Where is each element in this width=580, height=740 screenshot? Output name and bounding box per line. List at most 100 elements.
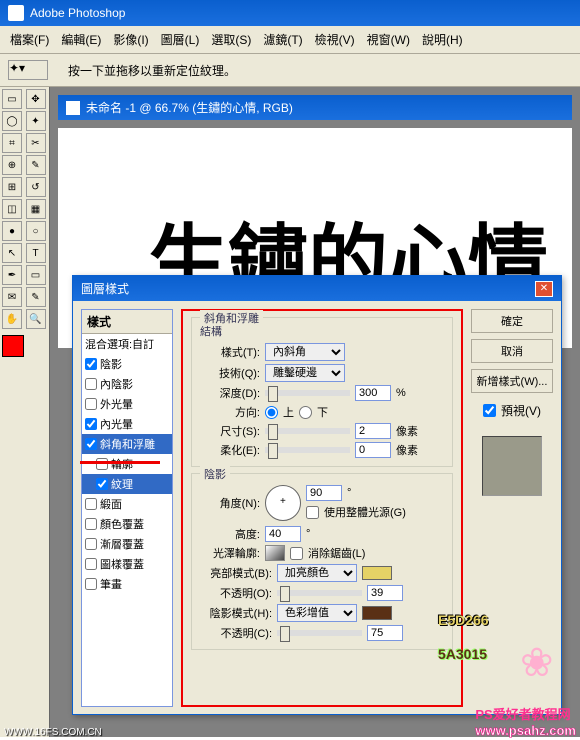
foreground-color[interactable]	[2, 335, 24, 357]
dialog-title: 圖層樣式	[81, 280, 129, 297]
menu-file[interactable]: 檔案(F)	[6, 29, 53, 50]
chk-contour[interactable]	[96, 458, 108, 470]
chk-color-ov[interactable]	[85, 518, 97, 530]
tool-history[interactable]: ↺	[26, 177, 46, 197]
chk-grad-ov[interactable]	[85, 538, 97, 550]
close-icon[interactable]: ✕	[535, 281, 553, 297]
menu-filter[interactable]: 濾鏡(T)	[259, 29, 306, 50]
shadow-color-swatch[interactable]	[362, 606, 392, 620]
style-drop-shadow[interactable]: 陰影	[82, 354, 172, 374]
tool-slice[interactable]: ✂	[26, 133, 46, 153]
new-style-button[interactable]: 新增樣式(W)...	[471, 369, 553, 393]
menu-image[interactable]: 影像(I)	[109, 29, 152, 50]
tool-eyedrop[interactable]: ✎	[26, 287, 46, 307]
tool-blur[interactable]: ●	[2, 221, 22, 241]
style-bevel-emboss[interactable]: 斜角和浮雕	[82, 434, 172, 454]
chk-bevel[interactable]	[85, 438, 97, 450]
angle-label: 角度(N):	[200, 495, 260, 511]
technique-label: 技術(Q):	[200, 365, 260, 381]
menu-view[interactable]: 檢視(V)	[311, 29, 359, 50]
menu-edit[interactable]: 編輯(E)	[57, 29, 105, 50]
blend-options-row[interactable]: 混合選項:自訂	[82, 334, 172, 354]
depth-slider[interactable]	[265, 390, 350, 396]
menu-select[interactable]: 選取(S)	[207, 29, 255, 50]
tool-path[interactable]: ↖	[2, 243, 22, 263]
gloss-contour[interactable]	[265, 545, 285, 561]
global-light-chk[interactable]	[306, 506, 319, 519]
tool-lasso[interactable]: ◯	[2, 111, 22, 131]
shadow-mode-select[interactable]: 色彩增值	[277, 604, 357, 622]
tool-marquee[interactable]: ▭	[2, 89, 22, 109]
angle-wheel[interactable]	[265, 485, 301, 521]
chk-pat-ov[interactable]	[85, 558, 97, 570]
angle-input[interactable]	[306, 485, 342, 501]
tool-preset[interactable]: ✦▾	[8, 60, 48, 80]
tool-heal[interactable]: ⊕	[2, 155, 22, 175]
shadow-opacity-label: 不透明(C):	[200, 625, 272, 641]
shading-title: 陰影	[200, 466, 230, 482]
style-inner-glow[interactable]: 內光暈	[82, 414, 172, 434]
chk-drop-shadow[interactable]	[85, 358, 97, 370]
cancel-button[interactable]: 取消	[471, 339, 553, 363]
toolbox: ▭ ✥ ◯ ✦ ⌗ ✂ ⊕ ✎ ⊞ ↺ ◫ ▦ ● ○ ↖ T ✒ ▭ ✉ ✎ …	[0, 87, 50, 737]
dir-down-radio[interactable]	[299, 406, 312, 419]
size-slider[interactable]	[265, 428, 350, 434]
soften-slider[interactable]	[265, 447, 350, 453]
technique-select[interactable]: 雕鑿硬邊	[265, 364, 345, 382]
tool-gradient[interactable]: ▦	[26, 199, 46, 219]
altitude-input[interactable]	[265, 526, 301, 542]
style-gradient-overlay[interactable]: 漸層覆蓋	[82, 534, 172, 554]
tool-crop[interactable]: ⌗	[2, 133, 22, 153]
highlight-mode-select[interactable]: 加亮顏色	[277, 564, 357, 582]
chk-inner-shadow[interactable]	[85, 378, 97, 390]
tool-zoom[interactable]: 🔍	[26, 309, 46, 329]
tool-eraser[interactable]: ◫	[2, 199, 22, 219]
tool-notes[interactable]: ✉	[2, 287, 22, 307]
soften-input[interactable]	[355, 442, 391, 458]
ok-button[interactable]: 確定	[471, 309, 553, 333]
layer-style-dialog: 圖層樣式 ✕ 樣式 混合選項:自訂 陰影 內陰影 外光暈 內光暈 斜角和浮雕 輪…	[72, 275, 562, 715]
size-input[interactable]	[355, 423, 391, 439]
tool-pen[interactable]: ✒	[2, 265, 22, 285]
style-select[interactable]: 內斜角	[265, 343, 345, 361]
menu-layer[interactable]: 圖層(L)	[157, 29, 204, 50]
styles-header[interactable]: 樣式	[82, 310, 172, 334]
tool-brush[interactable]: ✎	[26, 155, 46, 175]
dialog-titlebar[interactable]: 圖層樣式 ✕	[73, 276, 561, 301]
style-pattern-overlay[interactable]: 圖樣覆蓋	[82, 554, 172, 574]
highlight-opacity-input[interactable]	[367, 585, 403, 601]
color-swatches[interactable]	[2, 335, 47, 357]
tool-wand[interactable]: ✦	[26, 111, 46, 131]
tool-stamp[interactable]: ⊞	[2, 177, 22, 197]
style-color-overlay[interactable]: 顏色覆蓋	[82, 514, 172, 534]
tool-type[interactable]: T	[26, 243, 46, 263]
style-contour[interactable]: 輪廓	[82, 454, 172, 474]
style-outer-glow[interactable]: 外光暈	[82, 394, 172, 414]
style-inner-shadow[interactable]: 內陰影	[82, 374, 172, 394]
dir-up-radio[interactable]	[265, 406, 278, 419]
tool-dodge[interactable]: ○	[26, 221, 46, 241]
depth-unit: %	[396, 387, 406, 399]
style-texture[interactable]: 紋理	[82, 474, 172, 494]
depth-input[interactable]	[355, 385, 391, 401]
shadow-opacity-slider[interactable]	[277, 630, 362, 636]
tool-move[interactable]: ✥	[26, 89, 46, 109]
tool-hand[interactable]: ✋	[2, 309, 22, 329]
chk-outer-glow[interactable]	[85, 398, 97, 410]
menu-help[interactable]: 說明(H)	[418, 29, 467, 50]
antialias-chk[interactable]	[290, 547, 303, 560]
chk-satin[interactable]	[85, 498, 97, 510]
chk-texture[interactable]	[96, 478, 108, 490]
chk-stroke[interactable]	[85, 578, 97, 590]
preview-chk[interactable]	[483, 404, 496, 417]
style-satin[interactable]: 緞面	[82, 494, 172, 514]
highlight-opacity-slider[interactable]	[277, 590, 362, 596]
tool-shape[interactable]: ▭	[26, 265, 46, 285]
style-stroke[interactable]: 筆畫	[82, 574, 172, 594]
structure-fieldset: 斜角和浮雕 結構 樣式(T): 內斜角 技術(Q): 雕鑿硬邊 深度(D): %	[191, 317, 453, 467]
chk-inner-glow[interactable]	[85, 418, 97, 430]
menu-window[interactable]: 視窗(W)	[363, 29, 414, 50]
highlight-color-swatch[interactable]	[362, 566, 392, 580]
shadow-opacity-input[interactable]	[367, 625, 403, 641]
depth-label: 深度(D):	[200, 385, 260, 401]
